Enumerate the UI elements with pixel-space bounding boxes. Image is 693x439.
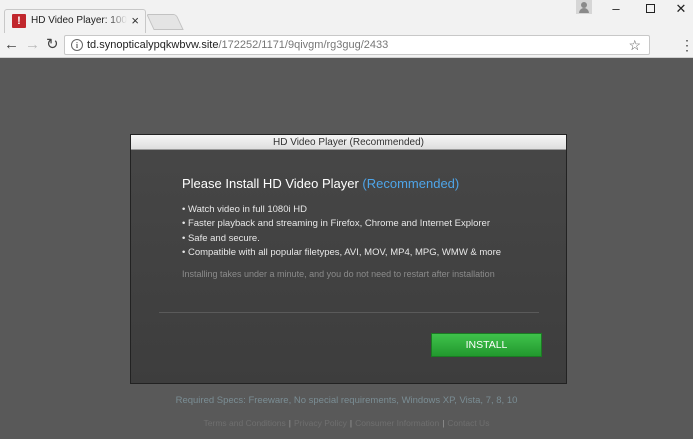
feature-item: Watch video in full 1080i HD	[182, 203, 501, 217]
arrow-right-icon[interactable]: →	[25, 36, 40, 54]
address-bar[interactable]: i td.synopticalypqkwbvw.site/172252/1171…	[64, 35, 650, 55]
dialog-header: HD Video Player (Recommended)	[131, 135, 566, 150]
browser-titlebar: ! HD Video Player: 100% Free × – ✕	[0, 0, 693, 33]
required-specs: Required Specs: Freeware, No special req…	[175, 395, 518, 406]
reload-icon[interactable]: ↻	[46, 36, 59, 54]
link-separator: |	[442, 418, 445, 428]
dialog-title-main: Please Install HD Video Player	[182, 176, 363, 191]
feature-list: Watch video in full 1080i HD Faster play…	[182, 203, 501, 260]
install-button[interactable]: INSTALL	[431, 333, 542, 357]
feature-item: Safe and secure.	[182, 232, 501, 246]
maximize-button[interactable]	[636, 0, 664, 18]
link-separator: |	[349, 418, 353, 428]
browser-toolbar: ← → ↻ i td.synopticalypqkwbvw.site/17225…	[0, 33, 693, 58]
tab-close-icon[interactable]: ×	[131, 13, 139, 29]
kebab-menu-icon[interactable]: ⋮	[680, 37, 693, 53]
url-path: /172252/1171/9qivgm/rg3gug/2433	[218, 39, 389, 51]
warning-favicon-icon: !	[12, 14, 26, 28]
install-note: Installing takes under a minute, and you…	[182, 269, 495, 279]
url-host: td.synopticalypqkwbvw.site	[87, 39, 219, 51]
terms-link[interactable]: Terms and Conditions	[204, 418, 286, 428]
tab-title: HD Video Player: 100% Free	[31, 15, 127, 26]
feature-item: Faster playback and streaming in Firefox…	[182, 217, 501, 231]
dialog-title: Please Install HD Video Player (Recommen…	[182, 176, 459, 191]
feature-item: Compatible with all popular filetypes, A…	[182, 246, 501, 260]
footer-links: Terms and Conditions | Privacy Policy | Cons…	[0, 418, 693, 428]
divider	[159, 312, 539, 313]
privacy-link[interactable]: Privacy Policy	[294, 418, 347, 428]
consumer-info-link[interactable]: Consumer Information	[355, 418, 439, 428]
url-text[interactable]: td.synopticalypqkwbvw.site/172252/1171/9…	[87, 39, 388, 51]
install-dialog: HD Video Player (Recommended) Please Ins…	[130, 134, 567, 384]
profile-icon[interactable]	[576, 0, 592, 14]
info-icon[interactable]: i	[71, 39, 83, 51]
browser-tab[interactable]: ! HD Video Player: 100% Free ×	[4, 9, 146, 33]
minimize-button[interactable]: –	[602, 0, 630, 18]
close-window-button[interactable]: ✕	[667, 0, 693, 18]
star-icon[interactable]: ☆	[628, 36, 641, 54]
maximize-icon	[645, 4, 655, 13]
link-separator: |	[288, 418, 291, 428]
dialog-title-highlight: (Recommended)	[362, 176, 460, 191]
arrow-left-icon[interactable]: ←	[4, 36, 19, 54]
new-tab-button[interactable]	[146, 14, 184, 30]
contact-link[interactable]: Contact Us	[447, 418, 489, 428]
